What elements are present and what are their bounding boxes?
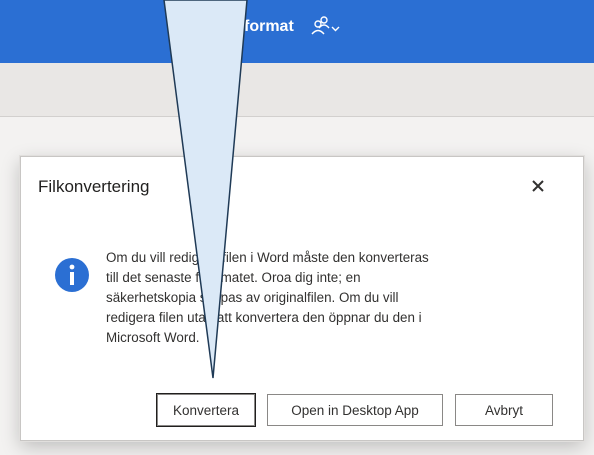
file-conversion-dialog: Filkonvertering Om du vill redigera file…	[20, 156, 584, 441]
ribbon-bar	[0, 63, 594, 117]
convert-button[interactable]: Konvertera	[157, 394, 255, 426]
document-title: format	[244, 18, 294, 35]
message-line: Microsoft Word.	[106, 330, 200, 345]
title-bar: format	[0, 0, 594, 63]
message-line: säkerhetskopia skapas av originalfilen. …	[106, 290, 399, 305]
info-icon	[55, 258, 89, 292]
close-icon[interactable]	[531, 179, 545, 193]
dialog-message: Om du vill redigera filen i Word måste d…	[106, 248, 446, 348]
message-line: redigera filen utan att konvertera den ö…	[106, 310, 422, 325]
person-add-icon[interactable]	[311, 14, 341, 38]
message-line: till det senaste filformatet. Oroa dig i…	[106, 270, 361, 285]
dialog-title: Filkonvertering	[38, 177, 150, 196]
message-line: Om du vill redigera filen i Word måste d…	[106, 250, 429, 265]
chevron-down-icon	[331, 26, 340, 32]
cancel-button[interactable]: Avbryt	[455, 394, 553, 426]
open-in-desktop-app-button[interactable]: Open in Desktop App	[267, 394, 443, 426]
